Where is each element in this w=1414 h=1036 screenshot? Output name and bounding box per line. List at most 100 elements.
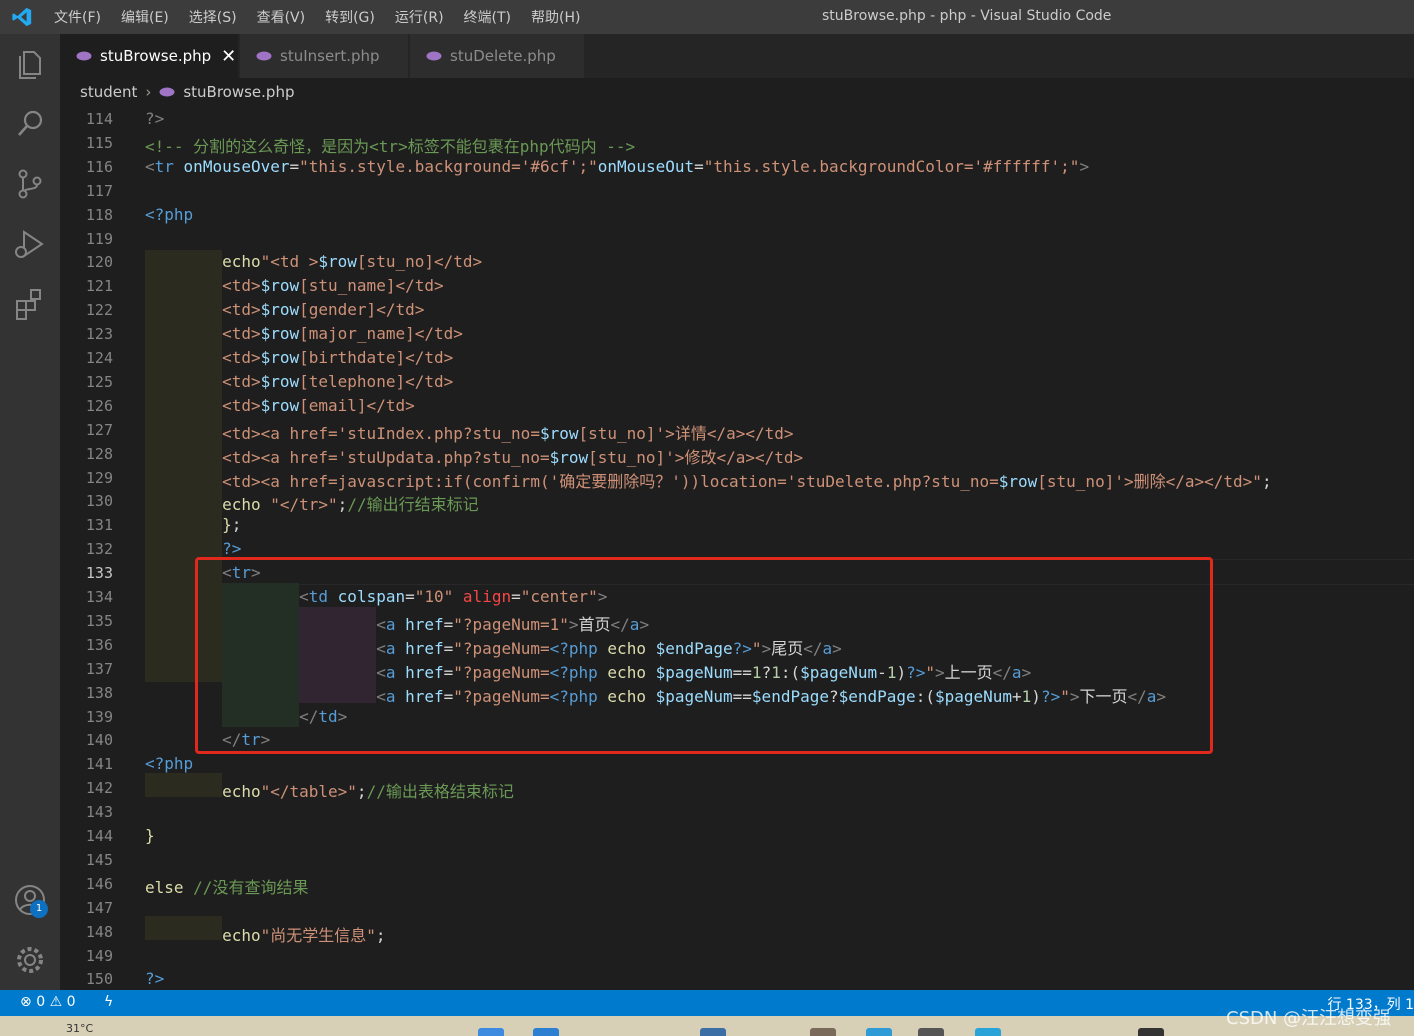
menu-bar: 文件(F) 编辑(E) 选择(S) 查看(V) 转到(G) 运行(R) 终端(T… [44,0,590,34]
breadcrumb-file[interactable]: stuBrowse.php [183,83,294,101]
code-line[interactable]: ?> [145,109,164,128]
taskbar-app-icon[interactable] [810,1028,836,1036]
code-line[interactable]: echo"尚无学生信息"; [145,922,385,946]
code-line[interactable]: <td>$row[telephone]</td> [145,372,453,391]
code-token: = [289,156,300,176]
code-token: [stu_no]</td> [356,252,483,272]
tab-stuinsert[interactable]: stuInsert.php [240,34,408,78]
menu-view[interactable]: 查看(V) [247,7,316,27]
code-token: > [1079,156,1090,176]
code-line[interactable]: else //没有查询结果 [145,874,308,898]
run-debug-icon[interactable] [10,224,50,264]
code-token: "</table>" [260,782,357,802]
tab-studelete[interactable]: stuDelete.php [410,34,584,78]
line-number: 127 [85,420,113,439]
code-token: echo [222,782,261,802]
code-line[interactable]: <td><a href=javascript:if(confirm('确定要删除… [145,468,1272,492]
code-line[interactable]: <td>$row[gender]</td> [145,300,424,319]
line-number: 128 [85,444,113,463]
code-editor[interactable]: 114 ?> 115 <!-- 分割的这么奇怪，是因为<tr>标签不能包裹在php代码… [60,106,1414,990]
code-line[interactable]: echo "</tr>";//输出行结束标记 [145,491,479,515]
source-control-icon[interactable] [10,164,50,204]
code-token: onMouseOut [597,156,695,176]
code-token: <td><a href='stuUpdata.php?stu_no= [222,447,550,467]
taskbar-app-icon[interactable] [866,1028,892,1036]
explorer-icon[interactable] [10,44,50,84]
code-token: $row [260,276,300,296]
menu-help[interactable]: 帮助(H) [521,7,590,27]
warning-icon: ⚠ [49,994,63,1010]
php-file-icon [159,87,175,97]
line-number: 122 [85,301,113,320]
code-line[interactable]: <?php [145,205,193,224]
code-line[interactable]: echo"<td >$row[stu_no]</td> [145,252,482,271]
menu-run[interactable]: 运行(R) [385,7,454,27]
code-line[interactable]: }; [145,515,241,534]
code-line[interactable]: <td><a href='stuUpdata.php?stu_no=$row[s… [145,444,803,468]
error-count: 0 [36,994,46,1010]
line-number: 118 [85,205,113,224]
code-token: $row [318,252,357,272]
problems-indicator[interactable]: ⊗ 0 ⚠ 0 [20,994,76,1010]
menu-selection[interactable]: 选择(S) [179,7,247,27]
menu-go[interactable]: 转到(G) [315,7,385,27]
taskbar-app-icon[interactable] [1138,1028,1164,1036]
code-token: = [694,156,704,176]
line-number: 147 [85,898,113,917]
code-token: //没有查询结果 [193,877,309,897]
breadcrumb-folder[interactable]: student [80,83,137,101]
code-line[interactable]: <td>$row[birthdate]</td> [145,348,453,367]
watermark-text: CSDN @汪汪想变强 [1226,1008,1392,1029]
code-token: [stu_name]</td> [299,276,444,296]
line-number: 134 [85,588,113,606]
error-icon: ⊗ [20,994,32,1010]
line-number: 116 [85,157,113,176]
code-token: //输出表格结束标记 [366,782,514,802]
close-icon[interactable]: ✕ [221,46,236,67]
php-file-icon [426,51,442,61]
code-token: [gender]</td> [299,300,425,320]
menu-file[interactable]: 文件(F) [44,7,111,27]
line-number: 140 [85,731,113,750]
code-line[interactable]: ?> [145,539,241,558]
code-line[interactable]: ?> [145,969,164,988]
tab-stubrowse[interactable]: stuBrowse.php ✕ [60,34,238,78]
code-line[interactable]: <td>$row[email]</td> [145,396,415,415]
extensions-icon[interactable] [10,284,50,324]
code-token: $row [260,324,300,344]
code-line[interactable]: <td><a href='stuIndex.php?stu_no=$row[st… [145,420,793,444]
code-line[interactable]: } [145,826,155,845]
code-token: <?php [145,204,194,224]
code-line[interactable]: <td>$row[stu_name]</td> [145,276,444,295]
code-line[interactable]: echo"</table>";//输出表格结束标记 [145,778,514,802]
menu-terminal[interactable]: 终端(T) [454,7,521,27]
line-number: 115 [85,133,113,152]
code-token: [birthdate]</td> [299,348,454,367]
code-line[interactable]: <tr onMouseOver="this.style.background='… [145,157,1089,176]
live-share-icon[interactable]: ϟ [104,994,113,1010]
search-icon[interactable] [10,104,50,144]
settings-gear-icon[interactable] [10,940,50,980]
menu-edit[interactable]: 编辑(E) [111,7,179,27]
code-token: [telephone]</td> [299,371,454,391]
edge-browser-icon[interactable] [533,1028,559,1036]
code-token: "<td > [260,252,319,272]
line-number: 132 [85,540,113,559]
taskbar-app-icon[interactable] [918,1028,944,1036]
taskbar-app-icon[interactable] [975,1028,1001,1036]
php-file-icon [256,51,272,61]
code-line[interactable]: <td>$row[major_name]</td> [145,324,463,343]
taskbar-app-icon[interactable] [700,1028,726,1036]
line-number: 150 [85,970,113,989]
code-line[interactable]: <!-- 分割的这么奇怪，是因为<tr>标签不能包裹在php代码内 --> [145,133,635,157]
editor-tab-bar: stuBrowse.php ✕ stuInsert.php stuDelete.… [60,34,1414,78]
windows-start-icon[interactable] [478,1028,504,1036]
weather-temperature[interactable]: 31°C [66,1022,93,1035]
code-line[interactable]: <?php [145,754,193,773]
